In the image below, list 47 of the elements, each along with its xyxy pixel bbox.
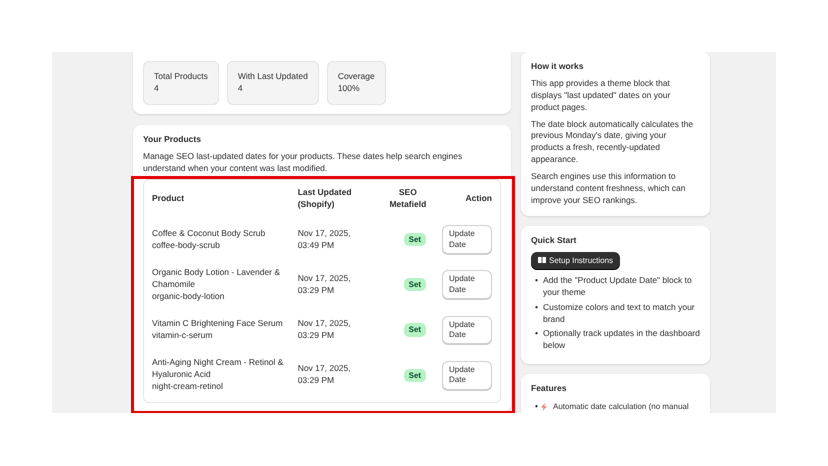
product-name: Vitamin C Brightening Face Serum	[152, 318, 284, 330]
card-paragraph: The date block automatically calculates the previous Monday's date, giving your products a fresh, recently-updated appearance.	[531, 118, 694, 166]
product-handle: organic-body-lotion	[152, 290, 226, 303]
stat-value: 100%	[338, 82, 361, 95]
feature-item: Automatic date calculation (no manual	[552, 401, 689, 413]
column-header: Product	[152, 192, 186, 206]
stat-value: 4	[154, 82, 160, 95]
bullet: •	[535, 401, 538, 413]
stat-value: 4	[238, 82, 244, 95]
date-text: Nov 17, 2025, 03:29 PM	[298, 272, 351, 295]
step-item: Optionally track updates in the dashboard below	[542, 328, 700, 352]
card-title: Features	[531, 383, 568, 396]
update-date-button[interactable]: Update Date	[442, 225, 492, 254]
date-text: Nov 17, 2025, 03:49 PM	[298, 228, 351, 250]
card-paragraph: This app provides a theme block that displays "last updated" dates on your product pages.	[531, 78, 672, 114]
product-handle: coffee-body-scrub	[152, 240, 221, 252]
section-title: Your Products	[143, 134, 202, 146]
product-handle: vitamin-c-serum	[152, 330, 214, 342]
step-item: Customize colors and text to match your brand	[542, 302, 696, 326]
step-item: Add the "Product Update Date" block to your theme	[542, 274, 693, 299]
card-title: Quick Start	[531, 234, 578, 247]
bullet: •	[535, 328, 538, 340]
section-description: Manage SEO last-updated dates for your products. These dates help search engines understand when your content was last modified.	[143, 150, 464, 174]
column-header: Action	[464, 192, 492, 206]
lightning-icon	[540, 403, 547, 412]
column-header: SEO Metafield	[388, 186, 428, 212]
status-badge: Set	[404, 368, 426, 382]
card-paragraph: Search engines use this information to understand content freshness, which can improve your SEO rankings.	[531, 171, 687, 207]
stat-label: With Last Updated	[238, 71, 308, 83]
product-handle: night-cream-retinol	[152, 381, 224, 394]
bullet: •	[535, 302, 538, 314]
date-text: Nov 17, 2025, 03:29 PM	[298, 363, 351, 386]
update-date-button[interactable]: Update Date	[442, 270, 492, 300]
status-badge: Set	[404, 323, 426, 337]
stat-label: Coverage	[338, 71, 375, 83]
status-badge: Set	[404, 278, 426, 292]
update-date-button[interactable]: Update Date	[442, 360, 492, 390]
status-badge: Set	[404, 233, 426, 246]
card-title: How it works	[531, 61, 584, 73]
update-date-button[interactable]: Update Date	[442, 316, 492, 344]
setup-instructions-button[interactable]: Setup Instructions	[531, 252, 620, 269]
stat-label: Total Products	[154, 71, 208, 83]
book-icon	[538, 257, 546, 264]
product-name: Coffee & Coconut Body Scrub	[152, 228, 266, 240]
column-header: Last Updated (Shopify)	[298, 186, 353, 212]
bullet: •	[535, 274, 538, 287]
date-text: Nov 17, 2025, 03:29 PM	[298, 318, 351, 340]
